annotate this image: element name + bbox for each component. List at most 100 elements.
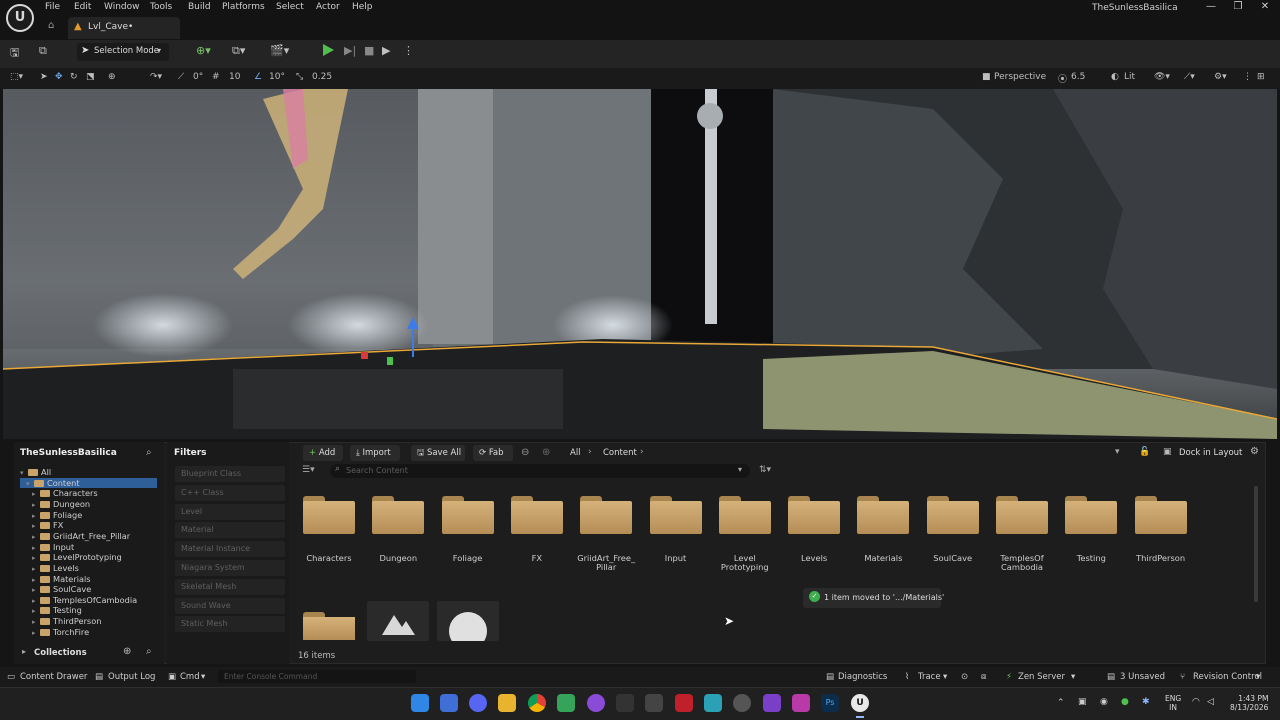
- folder-label[interactable]: GriidArt_Free_ Pillar: [568, 554, 644, 572]
- level-tab[interactable]: ▲ Lvl_Cave•: [68, 17, 180, 39]
- close-icon[interactable]: ✕: [1252, 1, 1278, 15]
- launch-icon[interactable]: ▶: [382, 44, 390, 57]
- add-button[interactable]: + Add: [303, 445, 343, 461]
- filter-icon[interactable]: ☰▾: [302, 465, 315, 475]
- transform-menu-icon[interactable]: ⬚▾: [10, 72, 23, 82]
- steam-icon[interactable]: ◉: [1100, 697, 1108, 707]
- filter-item[interactable]: C++ Class: [175, 484, 285, 501]
- show-flags-icon[interactable]: 👁▾: [1154, 72, 1170, 82]
- menu-build[interactable]: Build: [188, 2, 211, 16]
- lit-icon[interactable]: ◐: [1111, 72, 1119, 82]
- rotate-icon[interactable]: ↻: [70, 72, 78, 82]
- tree-item[interactable]: ▸ LevelPrototyping: [32, 552, 122, 562]
- menu-edit[interactable]: Edit: [74, 2, 91, 16]
- breadcrumb-content[interactable]: Content: [603, 448, 637, 458]
- tree-item[interactable]: ▸ TemplesOfCambodia: [32, 595, 137, 605]
- app-gray-icon[interactable]: [733, 694, 751, 712]
- translate-icon[interactable]: ✥: [55, 72, 63, 82]
- breadcrumb-all[interactable]: All: [570, 448, 581, 458]
- chevron-right-icon[interactable]: ▸: [32, 544, 40, 552]
- filter-item[interactable]: Static Mesh: [175, 616, 285, 633]
- camera-speed-icon[interactable]: ⦿: [1058, 72, 1067, 85]
- angle-snap-value[interactable]: 10°: [269, 72, 285, 82]
- folder-icon[interactable]: [926, 496, 979, 534]
- level-viewport[interactable]: [3, 89, 1277, 439]
- folder-label[interactable]: SoulCave: [915, 554, 991, 563]
- folder-label[interactable]: FX: [499, 554, 575, 563]
- scrollbar[interactable]: [1254, 486, 1258, 602]
- search-icon[interactable]: ⌕: [146, 646, 152, 657]
- material-asset-thumbnail[interactable]: [437, 601, 499, 650]
- back-icon[interactable]: ⊖: [521, 447, 529, 458]
- tree-item[interactable]: ▸ TorchFire: [32, 627, 89, 637]
- chevron-right-icon[interactable]: ▸: [32, 512, 40, 520]
- menu-tools[interactable]: Tools: [150, 2, 172, 16]
- view-mode-dropdown[interactable]: Lit: [1124, 72, 1135, 82]
- tree-root-label[interactable]: TheSunlessBasilica: [20, 448, 117, 458]
- app-red-icon[interactable]: [675, 694, 693, 712]
- diagnostics-button[interactable]: Diagnostics: [838, 672, 887, 682]
- windows-start-icon[interactable]: [411, 694, 429, 712]
- layout-icon[interactable]: ⊞: [1257, 72, 1265, 82]
- clock[interactable]: 1:43 PM 8/13/2026: [1230, 694, 1268, 712]
- folder-label[interactable]: Testing: [1053, 554, 1129, 563]
- folder-icon[interactable]: [1134, 496, 1187, 534]
- chevron-right-icon[interactable]: ▸: [32, 586, 40, 594]
- file-explorer-icon[interactable]: [498, 694, 516, 712]
- chevron-right-icon[interactable]: ▸: [32, 533, 40, 541]
- menu-platforms[interactable]: Platforms: [222, 2, 265, 16]
- filter-item[interactable]: Sound Wave: [175, 597, 285, 614]
- tree-item[interactable]: ▸ Foliage: [32, 510, 82, 520]
- select-mode-icon[interactable]: ➤: [40, 72, 48, 82]
- perspective-dropdown[interactable]: Perspective: [994, 72, 1046, 82]
- save-all-button[interactable]: 🖫 Save All: [411, 445, 465, 461]
- chrome-icon[interactable]: [528, 694, 546, 712]
- forward-icon[interactable]: ⊕: [542, 447, 550, 458]
- folder-label[interactable]: TemplesOf Cambodia: [984, 554, 1060, 572]
- folder-icon[interactable]: [580, 496, 633, 534]
- dock-in-layout-button[interactable]: Dock in Layout: [1179, 448, 1242, 458]
- tree-item[interactable]: ▾ Content: [20, 477, 157, 488]
- visual-studio-icon[interactable]: [763, 694, 781, 712]
- fab-button[interactable]: ⟳ Fab: [473, 445, 513, 461]
- filter-item[interactable]: Niagara System: [175, 560, 285, 576]
- photoshop-icon[interactable]: Ps: [821, 694, 839, 712]
- selection-mode-dropdown[interactable]: ➤ Selection Mode ▾: [77, 43, 169, 61]
- trace-button[interactable]: Trace: [918, 672, 941, 682]
- record-icon[interactable]: ⊙: [961, 672, 968, 682]
- excel-icon[interactable]: [557, 694, 575, 712]
- tree-item[interactable]: ▸ GriidArt_Free_Pillar: [32, 531, 130, 541]
- chevron-right-icon[interactable]: ▸: [32, 554, 40, 562]
- settings-icon[interactable]: ⚙: [1250, 446, 1259, 457]
- camera-icon[interactable]: ■: [982, 72, 991, 82]
- folder-icon[interactable]: [441, 496, 494, 534]
- angle-snap-icon[interactable]: ∠: [254, 72, 262, 82]
- tree-item[interactable]: ▸ Levels: [32, 563, 79, 573]
- github-icon[interactable]: [587, 694, 605, 712]
- wifi-icon[interactable]: ◠: [1192, 697, 1200, 707]
- folder-icon[interactable]: [372, 496, 425, 534]
- import-button[interactable]: ⤓ Import: [350, 445, 400, 461]
- folder-icon[interactable]: [303, 496, 355, 534]
- volume-icon[interactable]: ◁: [1207, 697, 1214, 707]
- revision-control-button[interactable]: Revision Control: [1193, 672, 1262, 682]
- stop-icon[interactable]: ■: [364, 44, 374, 57]
- folder-label[interactable]: Input: [638, 554, 714, 563]
- tree-item[interactable]: ▸ Dungeon: [32, 499, 90, 509]
- add-collection-icon[interactable]: ⊕: [123, 646, 131, 657]
- content-drawer-button[interactable]: Content Drawer: [20, 672, 87, 682]
- app-magenta-icon[interactable]: [792, 694, 810, 712]
- blueprint-icon[interactable]: ⧉▾: [232, 44, 245, 58]
- surface-snap-icon[interactable]: ↷▾: [150, 72, 162, 82]
- grid-snap-value[interactable]: 10: [229, 72, 240, 82]
- more-options-icon[interactable]: ⋮: [403, 44, 414, 57]
- history-dropdown-icon[interactable]: ▾: [1115, 447, 1120, 457]
- filter-item[interactable]: Material Instance: [175, 541, 285, 558]
- folder-icon[interactable]: [649, 496, 702, 534]
- tree-item[interactable]: ▸ Testing: [32, 605, 82, 615]
- outlook-icon[interactable]: [440, 694, 458, 712]
- chevron-up-icon[interactable]: ⌃: [1057, 698, 1065, 708]
- chevron-right-icon[interactable]: ▸: [32, 629, 40, 637]
- source-control-icon[interactable]: ⧉: [39, 44, 47, 58]
- folder-label[interactable]: ThirdPerson: [1123, 554, 1199, 563]
